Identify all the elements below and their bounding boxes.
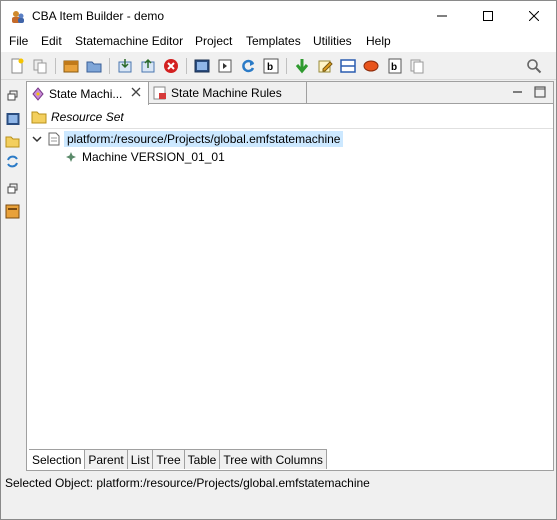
tree-root-row[interactable]: platform:/resource/Projects/global.emfst… xyxy=(31,130,344,148)
text-format-icon[interactable]: b xyxy=(384,56,404,76)
app-icon xyxy=(10,9,26,25)
chevron-down-icon[interactable] xyxy=(31,133,43,145)
editor-tab-bar: State Machi... State Machine Rules xyxy=(27,82,553,105)
edit-icon[interactable] xyxy=(315,56,335,76)
archive-view-icon[interactable] xyxy=(4,203,21,220)
preview-icon[interactable] xyxy=(192,56,212,76)
machine-icon xyxy=(65,151,77,163)
new-file-icon[interactable] xyxy=(7,56,27,76)
text-icon[interactable]: b xyxy=(261,56,281,76)
menu-help[interactable]: Help xyxy=(366,34,391,48)
tab-state-machine[interactable]: State Machi... xyxy=(27,82,149,105)
tab-selection[interactable]: Selection xyxy=(29,450,86,469)
tab-state-machine-rules[interactable]: State Machine Rules xyxy=(149,82,307,104)
tree-root-label: platform:/resource/Projects/global.emfst… xyxy=(64,131,344,147)
restore-icon[interactable] xyxy=(4,180,21,197)
divider xyxy=(27,128,553,129)
layout-icon[interactable] xyxy=(338,56,358,76)
maximize-view-icon[interactable] xyxy=(532,84,548,100)
tree-child-row[interactable]: Machine VERSION_01_01 xyxy=(65,148,225,166)
restore-icon[interactable] xyxy=(4,87,21,104)
tab-table[interactable]: Table xyxy=(184,450,221,469)
copy-icon[interactable] xyxy=(30,56,50,76)
minimize-view-icon[interactable] xyxy=(510,84,526,100)
editor-panel: State Machi... State Machine Rules Resou… xyxy=(26,81,554,471)
open-folder-icon[interactable] xyxy=(84,56,104,76)
maximize-button[interactable] xyxy=(465,1,511,31)
window-title: CBA Item Builder - demo xyxy=(32,9,165,23)
rules-icon xyxy=(153,86,167,100)
status-text: Selected Object: platform:/resource/Proj… xyxy=(5,476,370,490)
toolbar-separator xyxy=(55,58,56,74)
title-bar: CBA Item Builder - demo xyxy=(1,1,556,31)
pages-icon[interactable] xyxy=(407,56,427,76)
sync-view-icon[interactable] xyxy=(4,153,21,170)
tab-tree[interactable]: Tree xyxy=(153,450,185,469)
menu-statemachine-editor[interactable]: Statemachine Editor xyxy=(75,34,183,48)
preview-view-icon[interactable] xyxy=(4,110,21,127)
svg-text:b: b xyxy=(267,62,273,73)
left-trim-bar xyxy=(1,81,24,471)
app-window: CBA Item Builder - demo File Edit Statem… xyxy=(0,0,557,520)
import-icon[interactable] xyxy=(115,56,135,76)
tab-label: State Machine Rules xyxy=(171,86,282,100)
file-icon xyxy=(47,132,61,146)
export-icon[interactable] xyxy=(138,56,158,76)
tab-label: State Machi... xyxy=(49,86,123,101)
resource-set-icon xyxy=(31,110,47,124)
resource-set-label: Resource Set xyxy=(51,110,124,124)
stop-icon[interactable] xyxy=(161,56,181,76)
close-icon[interactable] xyxy=(130,86,142,98)
archive-icon[interactable] xyxy=(61,56,81,76)
minimize-button[interactable] xyxy=(419,1,465,31)
tab-parent[interactable]: Parent xyxy=(85,450,128,469)
toolbar-separator xyxy=(109,58,110,74)
main-toolbar: b b xyxy=(1,52,556,80)
tree-child-label: Machine VERSION_01_01 xyxy=(82,150,225,164)
status-bar: Selected Object: platform:/resource/Proj… xyxy=(1,473,556,493)
search-icon[interactable] xyxy=(524,56,544,76)
menu-utilities[interactable]: Utilities xyxy=(313,34,352,48)
menu-bar: File Edit Statemachine Editor Project Te… xyxy=(1,31,556,52)
download-icon[interactable] xyxy=(292,56,312,76)
tab-list[interactable]: List xyxy=(127,450,154,469)
folder-view-icon[interactable] xyxy=(4,132,21,149)
resource-set-header: Resource Set xyxy=(27,106,553,128)
menu-edit[interactable]: Edit xyxy=(41,34,62,48)
refresh-icon[interactable] xyxy=(238,56,258,76)
run-icon[interactable] xyxy=(215,56,235,76)
close-button[interactable] xyxy=(511,1,557,31)
bottom-tab-bar: Selection Parent List Tree Table Tree wi… xyxy=(29,449,327,469)
tab-tree-with-columns[interactable]: Tree with Columns xyxy=(220,450,327,469)
toolbar-separator xyxy=(286,58,287,74)
svg-text:b: b xyxy=(391,62,397,73)
menu-project[interactable]: Project xyxy=(195,34,232,48)
menu-file[interactable]: File xyxy=(9,34,28,48)
state-machine-icon xyxy=(31,86,45,101)
toolbar-separator xyxy=(186,58,187,74)
record-icon[interactable] xyxy=(361,56,381,76)
menu-templates[interactable]: Templates xyxy=(246,34,301,48)
